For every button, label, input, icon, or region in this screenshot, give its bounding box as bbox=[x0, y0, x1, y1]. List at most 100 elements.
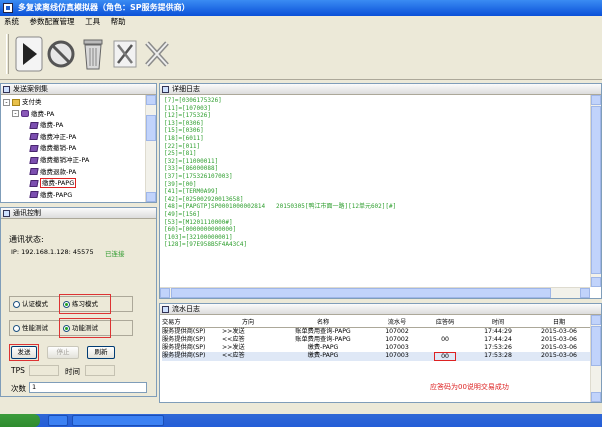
tree-node[interactable]: - 支付类 bbox=[3, 97, 42, 108]
case-tree-header: 发送案例集 bbox=[1, 84, 156, 95]
scroll-right-icon[interactable] bbox=[580, 288, 590, 298]
table-row[interactable]: 服务提供商(SP) <<应答 账单费用查询-PAPG 107002 00 17:44:24… bbox=[162, 336, 590, 344]
collapse-icon[interactable]: - bbox=[3, 98, 10, 106]
test-perf-label: 性能测试 bbox=[22, 324, 48, 332]
panel-icon bbox=[162, 86, 169, 93]
scroll-thumb[interactable] bbox=[591, 326, 601, 366]
col-party[interactable]: 交易方 bbox=[162, 317, 222, 328]
case-tree-title: 发送案例集 bbox=[13, 85, 48, 93]
trash-icon bbox=[83, 39, 103, 70]
play-icon bbox=[15, 36, 43, 72]
toolbar bbox=[0, 28, 602, 80]
log-line: [22]=[011] bbox=[164, 142, 201, 150]
log-line: [37]=[175326107003] bbox=[164, 172, 233, 180]
flow-log-title: 流水日志 bbox=[172, 305, 200, 313]
connected-status: 已连接 bbox=[105, 250, 125, 258]
cell-dir: >>发送 bbox=[222, 343, 245, 351]
cell-name: 缴费-PAPG bbox=[274, 351, 372, 361]
menu-tools[interactable]: 工具 bbox=[81, 16, 104, 28]
test-perf-radio[interactable]: 性能测试 bbox=[13, 323, 48, 333]
transaction-icon bbox=[29, 121, 39, 129]
scroll-down-icon[interactable] bbox=[591, 277, 601, 287]
scroll-down-icon[interactable] bbox=[146, 192, 156, 202]
clear-button[interactable] bbox=[76, 32, 110, 76]
radio-circle bbox=[13, 324, 20, 332]
window-title: 多复读离线仿真模拟器（角色：SP服务提供商） bbox=[18, 3, 190, 12]
col-date[interactable]: 日期 bbox=[528, 317, 590, 328]
flow-scrollbar[interactable] bbox=[590, 315, 601, 402]
scroll-up-icon[interactable] bbox=[591, 95, 601, 105]
table-row[interactable]: 服务提供商(SP) <<应答 缴费-PAPG 107003 00 17:53:28 2015… bbox=[162, 351, 590, 361]
mode-auth-label: 认证模式 bbox=[22, 300, 48, 308]
collapse-icon[interactable]: - bbox=[12, 110, 19, 118]
log-line: [13]=[0306] bbox=[164, 119, 204, 127]
cell-party: 服务提供商(SP) bbox=[162, 335, 206, 343]
cell-code: 00 bbox=[441, 335, 449, 343]
taskbar-item-active[interactable] bbox=[72, 415, 164, 426]
cell-time: 17:44:24 bbox=[484, 335, 512, 343]
toolbar-grip bbox=[6, 34, 9, 74]
col-name[interactable]: 名称 bbox=[274, 317, 372, 328]
tree-node[interactable]: 缴费冲正-PA bbox=[21, 132, 76, 143]
close-icon bbox=[145, 41, 169, 67]
detail-log-text[interactable]: [7]=[0306175326] [11]=[107003] [12]=[17532… bbox=[160, 95, 590, 287]
tree-node[interactable]: - 缴费-PA bbox=[12, 109, 54, 120]
exit-button[interactable] bbox=[140, 32, 174, 76]
tree-node[interactable]: 缴费撤销冲正-PA bbox=[21, 155, 89, 166]
start-button[interactable] bbox=[12, 32, 46, 76]
tree-node[interactable]: 缴费退款-PA bbox=[21, 167, 76, 178]
tree-node-label: 缴费冲正-PA bbox=[40, 132, 77, 141]
tree-node[interactable]: 缴费-PAPG bbox=[21, 190, 72, 201]
cell-code: 00 bbox=[422, 351, 468, 361]
cell-name: 账单费用查询-PAPG bbox=[295, 327, 351, 335]
mode-auth-radio[interactable]: 认证模式 bbox=[13, 299, 48, 309]
time-label: 时间 bbox=[65, 367, 80, 376]
cell-dir: >>发送 bbox=[222, 327, 245, 335]
menu-config[interactable]: 参数配置管理 bbox=[26, 16, 79, 28]
count-input[interactable]: 1 bbox=[29, 382, 147, 393]
table-row[interactable]: 服务提供商(SP) >>发送 账单费用查询-PAPG 107002 17:44:29 20… bbox=[162, 327, 590, 336]
flow-log-panel: 流水日志 交易方 方向 名称 流水号 应答码 时间 日期 服务提供商(SP) >>… bbox=[159, 303, 602, 403]
title-bar: 多复读离线仿真模拟器（角色：SP服务提供商） bbox=[0, 0, 602, 16]
tree-node[interactable]: 缴费撤销-PA bbox=[21, 143, 76, 154]
scroll-thumb[interactable] bbox=[171, 288, 551, 298]
stop-send-button[interactable]: 停止 bbox=[47, 346, 79, 359]
scroll-thumb[interactable] bbox=[146, 115, 156, 141]
menu-system[interactable]: 系统 bbox=[0, 16, 23, 28]
scroll-up-icon[interactable] bbox=[591, 315, 601, 325]
table-row[interactable]: 服务提供商(SP) >>发送 缴费-PAPG 107003 17:53:26 2015-0… bbox=[162, 344, 590, 352]
tools-icon bbox=[113, 40, 137, 68]
comm-status-label: 通讯状态: bbox=[9, 235, 44, 244]
case-tree-panel: 发送案例集 - 支付类 - 缴费-PA 缴费-PA 缴费冲正-PA 缴费撤销-PA 缴费撤销冲… bbox=[0, 83, 157, 203]
detail-hscrollbar[interactable] bbox=[160, 287, 590, 298]
count-label: 次数 bbox=[11, 384, 26, 393]
tools-button[interactable] bbox=[108, 32, 142, 76]
log-line: [53]=[M1201110000#] bbox=[164, 218, 233, 226]
refresh-button[interactable]: 刷新 bbox=[87, 346, 115, 359]
scroll-left-icon[interactable] bbox=[160, 288, 170, 298]
transaction-icon bbox=[29, 168, 39, 176]
log-line: [25]=[81] bbox=[164, 150, 197, 158]
highlight-box bbox=[59, 318, 111, 338]
col-serial[interactable]: 流水号 bbox=[372, 317, 422, 328]
case-tree[interactable]: - 支付类 - 缴费-PA 缴费-PA 缴费冲正-PA 缴费撤销-PA 缴费撤销冲正-PA 缴费… bbox=[1, 95, 146, 202]
col-direction[interactable]: 方向 bbox=[222, 317, 274, 328]
stop-button[interactable] bbox=[44, 32, 78, 76]
start-menu-button[interactable] bbox=[0, 414, 40, 427]
tree-node[interactable]: 缴费-PAPG bbox=[21, 178, 77, 189]
cell-time: 17:53:26 bbox=[484, 343, 512, 351]
tree-node-label: 支付类 bbox=[22, 98, 42, 106]
tree-node[interactable]: 缴费-PA bbox=[21, 120, 63, 131]
app-icon bbox=[3, 3, 13, 13]
detail-vscrollbar[interactable] bbox=[590, 95, 601, 287]
log-line: [103]=[32100000001] bbox=[164, 233, 233, 241]
col-time[interactable]: 时间 bbox=[468, 317, 528, 328]
col-code[interactable]: 应答码 bbox=[422, 317, 468, 328]
menu-help[interactable]: 帮助 bbox=[107, 16, 130, 28]
scroll-up-icon[interactable] bbox=[146, 95, 156, 105]
scroll-thumb[interactable] bbox=[591, 106, 601, 274]
cell-time: 17:53:28 bbox=[468, 351, 528, 361]
scroll-down-icon[interactable] bbox=[591, 392, 601, 402]
taskbar-item[interactable] bbox=[48, 415, 68, 426]
tree-scrollbar[interactable] bbox=[145, 95, 156, 202]
